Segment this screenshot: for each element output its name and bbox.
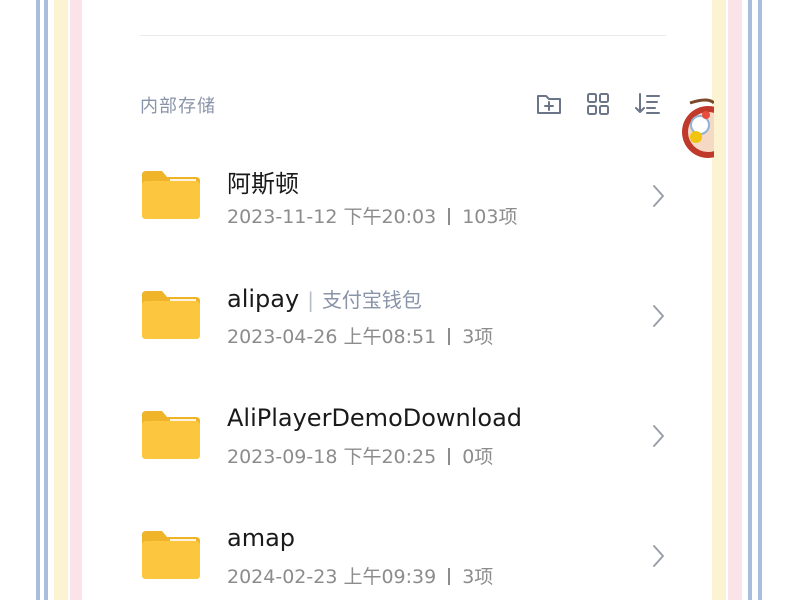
top-divider <box>140 35 666 36</box>
folder-icon <box>142 531 200 579</box>
decor-stripe-left-2 <box>44 0 48 600</box>
chevron-right-icon <box>653 305 664 327</box>
grid-view-icon <box>587 93 609 115</box>
sort-button[interactable] <box>634 90 662 118</box>
folder-meta: 2023-09-18 下午20:25 0项 <box>227 442 493 469</box>
decor-stripe-right-2 <box>728 0 742 600</box>
folder-name-text: AliPlayerDemoDownload <box>227 404 523 432</box>
decor-stripe-left-4 <box>70 0 82 600</box>
new-folder-button[interactable] <box>535 90 563 118</box>
chevron-right-icon <box>653 425 664 447</box>
sort-icon <box>635 93 660 114</box>
folder-name: amap <box>227 524 295 552</box>
folder-date: 2023-04-26 上午08:51 <box>227 326 437 348</box>
folder-row[interactable]: 阿斯顿 2023-11-12 下午20:03 103项 <box>96 140 708 250</box>
folder-count: 3项 <box>462 566 494 588</box>
meta-divider <box>448 328 451 345</box>
file-list-panel: 内部存储 阿斯顿 2023-11-12 下午20:03 103项 alipay … <box>96 0 708 600</box>
folder-meta: 2023-04-26 上午08:51 3项 <box>227 322 493 349</box>
folder-row[interactable]: amap 2024-02-23 上午09:39 3项 <box>96 500 708 610</box>
folder-icon <box>142 291 200 339</box>
folder-name: alipay | 支付宝钱包 <box>227 284 422 313</box>
alias-separator: | <box>307 288 314 312</box>
folder-alias: 支付宝钱包 <box>321 288 422 312</box>
folder-meta: 2023-11-12 下午20:03 103项 <box>227 202 517 229</box>
meta-divider <box>448 568 451 585</box>
new-folder-icon <box>537 95 561 114</box>
decor-stripe-left-1 <box>36 0 40 600</box>
grid-view-button[interactable] <box>584 90 612 118</box>
folder-name: 阿斯顿 <box>227 164 299 199</box>
decor-stripe-right-1 <box>712 0 726 600</box>
folder-name: AliPlayerDemoDownload <box>227 404 522 432</box>
meta-divider <box>448 208 451 225</box>
section-title: 内部存储 <box>140 96 216 117</box>
folder-meta: 2024-02-23 上午09:39 3项 <box>227 562 493 589</box>
folder-name-text: alipay <box>227 285 300 313</box>
folder-name-text: 阿斯顿 <box>227 170 299 198</box>
cartoon-sticker-icon <box>682 98 714 158</box>
folder-icon <box>142 411 200 459</box>
meta-divider <box>448 448 451 465</box>
chevron-right-icon <box>653 545 664 567</box>
folder-count: 103项 <box>462 206 518 228</box>
decor-stripe-left-3 <box>54 0 68 600</box>
folder-date: 2023-11-12 下午20:03 <box>227 206 437 228</box>
folder-icon <box>142 171 200 219</box>
folder-count: 0项 <box>462 446 494 468</box>
folder-row[interactable]: alipay | 支付宝钱包 2023-04-26 上午08:51 3项 <box>96 260 708 370</box>
folder-row[interactable]: AliPlayerDemoDownload 2023-09-18 下午20:25… <box>96 380 708 490</box>
decor-stripe-right-4 <box>758 0 762 600</box>
folder-date: 2024-02-23 上午09:39 <box>227 566 437 588</box>
folder-date: 2023-09-18 下午20:25 <box>227 446 437 468</box>
folder-name-text: amap <box>227 524 296 552</box>
decor-stripe-right-3 <box>748 0 752 600</box>
folder-count: 3项 <box>462 326 494 348</box>
chevron-right-icon <box>653 185 664 207</box>
